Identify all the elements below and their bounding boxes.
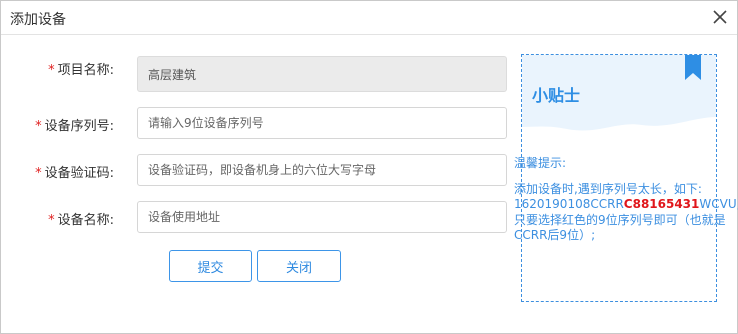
serial-number-label: * 设备序列号:	[35, 119, 114, 134]
verification-code-row: * 设备验证码:	[0, 154, 520, 186]
bookmark-icon	[685, 55, 701, 80]
tips-content: 温馨提示: 添加设备时,遇到序列号太长，如下: 1620190108CCRRC8…	[514, 156, 738, 244]
device-name-input[interactable]	[137, 201, 507, 233]
tips-line-3: 只要选择红色的9位序列号即可（也就是	[514, 212, 726, 227]
serial-number-input[interactable]	[137, 107, 507, 139]
serial-highlight: C88165431	[623, 197, 700, 211]
tips-line-4: CCRR后9位）;	[514, 228, 596, 242]
project-name-field[interactable]	[137, 56, 507, 92]
serial-number-row: * 设备序列号:	[0, 107, 520, 139]
close-button[interactable]: 关闭	[257, 250, 341, 282]
dialog-titlebar: 添加设备	[1, 1, 737, 35]
tips-serial-example: 1620190108CCRRC88165431WCVU;	[514, 197, 738, 211]
required-mark: *	[48, 63, 55, 78]
device-name-row: * 设备名称:	[0, 201, 520, 233]
submit-button[interactable]: 提交	[169, 250, 252, 282]
required-mark: *	[35, 166, 42, 181]
verification-code-label: * 设备验证码:	[35, 166, 114, 181]
project-name-row: * 项目名称:	[0, 56, 520, 92]
project-name-label: * 项目名称:	[48, 63, 114, 78]
verification-code-input[interactable]	[137, 154, 507, 186]
required-mark: *	[35, 119, 42, 134]
tips-heading: 温馨提示:	[514, 156, 567, 170]
dialog-title: 添加设备	[10, 12, 66, 28]
tips-title: 小贴士	[532, 86, 581, 105]
tips-line-1: 添加设备时,遇到序列号太长，如下:	[514, 181, 702, 196]
required-mark: *	[48, 213, 55, 228]
device-name-label: * 设备名称:	[48, 213, 114, 228]
close-icon[interactable]	[711, 8, 729, 26]
